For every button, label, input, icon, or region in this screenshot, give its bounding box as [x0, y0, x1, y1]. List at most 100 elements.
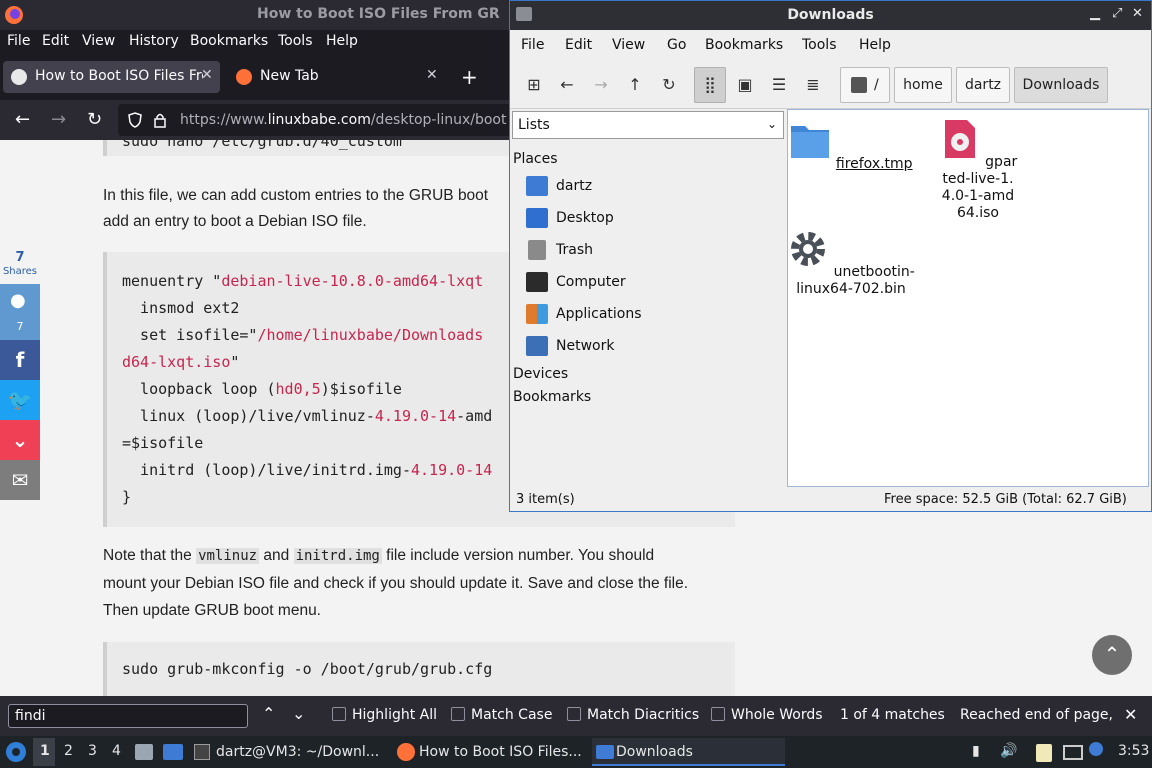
devices-header[interactable]: Devices	[513, 366, 568, 382]
chevron-up-icon: ⌃	[1103, 642, 1121, 666]
network-icon[interactable]	[1063, 745, 1083, 760]
forward-icon[interactable]: →	[589, 75, 613, 94]
workspace-4[interactable]: 4	[112, 743, 121, 759]
place-desktop[interactable]: Desktop	[526, 204, 776, 232]
file-item[interactable]: firefox.tmp	[781, 120, 921, 173]
paragraph-line: mount your Debian ISO file and check if …	[103, 575, 689, 592]
menu-edit[interactable]: Edit	[42, 33, 69, 49]
place-dartz[interactable]: dartz	[526, 172, 776, 200]
clock[interactable]: 3:53	[1118, 743, 1149, 759]
tab-active[interactable]: How to Boot ISO Files Fro ✕	[3, 61, 220, 93]
menu-tools[interactable]: Tools	[278, 33, 313, 49]
paragraph-line: add an entry to boot a Debian ISO file.	[103, 213, 367, 230]
reload-icon[interactable]: ↻	[657, 75, 681, 94]
menu-history[interactable]: History	[129, 33, 179, 49]
task-terminal[interactable]: dartz@VM3: ~/Downl...	[192, 738, 388, 766]
back-arrow-icon[interactable]: ←	[15, 109, 30, 130]
whole-words-checkbox[interactable]: Whole Words	[711, 707, 823, 723]
taskbar: 1 2 3 4 dartz@VM3: ~/Downl... How to Boo…	[0, 736, 1152, 768]
menu-file[interactable]: File	[7, 33, 30, 49]
tab-new[interactable]: New Tab ✕	[228, 61, 448, 93]
update-icon[interactable]	[1089, 742, 1103, 756]
close-tab-icon[interactable]: ✕	[426, 67, 438, 83]
place-trash[interactable]: Trash	[526, 236, 776, 264]
match-case-checkbox[interactable]: Match Case	[451, 707, 552, 723]
back-icon[interactable]: ←	[555, 75, 579, 94]
url-text: https://www.linuxbabe.com/desktop-linux/…	[180, 112, 507, 128]
close-tab-icon[interactable]: ✕	[201, 67, 213, 83]
twitter-share-button[interactable]: 🐦	[0, 380, 40, 420]
share-label: Shares	[2, 266, 38, 277]
fm-menu-tools[interactable]: Tools	[802, 37, 837, 53]
new-tab-icon[interactable]: ⊞	[522, 75, 546, 94]
place-computer[interactable]: Computer	[526, 268, 776, 296]
breadcrumb-dartz[interactable]: dartz	[956, 67, 1010, 103]
email-icon: ✉	[11, 468, 29, 492]
breadcrumb-root[interactable]: /	[840, 67, 890, 103]
free-space: Free space: 52.5 GiB (Total: 62.7 GiB)	[884, 492, 1127, 507]
email-share-button[interactable]: ✉	[0, 460, 40, 500]
compact-view-icon[interactable]: ☰	[767, 75, 791, 94]
terminal-icon	[194, 744, 210, 760]
close-findbar-icon[interactable]: ✕	[1124, 705, 1137, 724]
fm-menu-bookmarks[interactable]: Bookmarks	[705, 37, 783, 53]
file-manager-launcher-icon[interactable]	[135, 744, 153, 760]
place-applications[interactable]: Applications	[526, 300, 776, 328]
side-pane-mode-select[interactable]: Lists ⌄	[512, 111, 784, 139]
breadcrumb-downloads[interactable]: Downloads	[1014, 67, 1108, 103]
fm-menu-go[interactable]: Go	[667, 37, 686, 53]
task-firefox[interactable]: How to Boot ISO Files...	[395, 738, 587, 766]
file-manager-window: Downloads ▁ ⤢ ✕ File Edit View Go Bookma…	[509, 0, 1152, 512]
task-downloads[interactable]: Downloads	[592, 738, 785, 766]
up-icon[interactable]: ↑	[623, 75, 647, 94]
find-bar: ⌃ ⌄ Highlight All Match Case Match Diacr…	[0, 696, 1152, 736]
fm-side-pane: Lists ⌄ Places dartz Desktop Trash Comput…	[510, 109, 787, 487]
tray-clipboard-icon[interactable]: ▮	[972, 743, 980, 759]
menu-view[interactable]: View	[82, 33, 115, 49]
fm-titlebar[interactable]: Downloads ▁ ⤢ ✕	[510, 1, 1151, 30]
file-item[interactable]: gparted-live-1.4.0-1-amd64.iso	[908, 118, 1048, 222]
start-menu-icon[interactable]	[5, 741, 27, 763]
workspace-3[interactable]: 3	[88, 743, 97, 759]
file-item[interactable]: unetbootin-linux64-702.bin	[781, 228, 921, 298]
drive-icon	[851, 77, 867, 93]
thumbnail-view-icon[interactable]: ▣	[733, 75, 757, 94]
find-previous-icon[interactable]: ⌃	[262, 704, 275, 723]
fm-menu-view[interactable]: View	[612, 37, 645, 53]
pocket-share-button[interactable]: ⌄	[0, 420, 40, 460]
pocket-icon: ⌄	[11, 428, 29, 452]
menu-bookmarks[interactable]: Bookmarks	[190, 33, 268, 49]
facebook-share-button[interactable]: f	[0, 340, 40, 380]
places-header[interactable]: Places	[513, 151, 558, 167]
highlight-all-checkbox[interactable]: Highlight All	[332, 707, 437, 723]
fm-menu-help[interactable]: Help	[859, 37, 891, 53]
firefox-window-title: How to Boot ISO Files From GR	[257, 6, 500, 22]
bookmarks-header[interactable]: Bookmarks	[513, 389, 591, 405]
close-window-icon[interactable]: ✕	[1132, 6, 1143, 21]
reload-icon[interactable]: ↻	[87, 109, 102, 130]
scroll-to-top-button[interactable]: ⌃	[1092, 635, 1132, 675]
minimize-icon[interactable]: ▁	[1090, 6, 1100, 21]
new-tab-plus-icon[interactable]: +	[461, 65, 478, 89]
workspace-2[interactable]: 2	[64, 743, 73, 759]
menu-help[interactable]: Help	[326, 33, 358, 49]
code-line: }	[122, 488, 132, 506]
fm-file-view[interactable]: firefox.tmp gparted-live-1.4.0-1-amd64.i…	[787, 109, 1149, 487]
find-status: Reached end of page, c	[960, 707, 1112, 723]
match-diacritics-checkbox[interactable]: Match Diacritics	[567, 707, 699, 723]
reddit-share-button[interactable]: ● 7	[0, 284, 40, 340]
find-input[interactable]	[8, 704, 248, 728]
place-network[interactable]: Network	[526, 332, 776, 360]
desktop-launcher-icon[interactable]	[163, 744, 183, 760]
fm-menu-file[interactable]: File	[521, 37, 544, 53]
breadcrumb-home[interactable]: home	[894, 67, 952, 103]
detailed-view-icon[interactable]: ≣	[801, 75, 825, 94]
forward-arrow-icon[interactable]: →	[51, 109, 66, 130]
notes-icon[interactable]	[1036, 744, 1052, 762]
fm-menu-edit[interactable]: Edit	[565, 37, 592, 53]
find-next-icon[interactable]: ⌄	[292, 704, 305, 723]
workspace-1[interactable]: 1	[40, 743, 50, 759]
reddit-icon: ●	[10, 290, 26, 311]
maximize-icon[interactable]: ⤢	[1112, 6, 1122, 21]
volume-icon[interactable]: 🔊	[1000, 743, 1017, 759]
